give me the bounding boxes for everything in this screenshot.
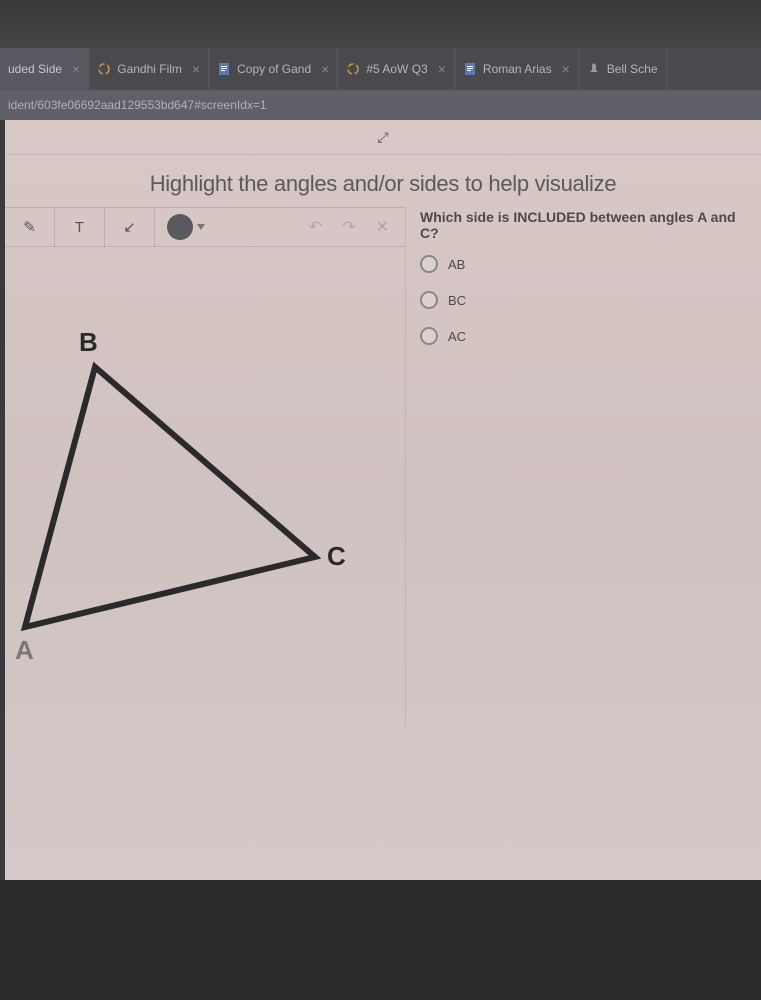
page-content: ⤢ Highlight the angles and/or sides to h… xyxy=(5,120,761,880)
url-text: ident/603fe06692aad129553bd647#screenIdx… xyxy=(8,98,267,112)
document-icon xyxy=(463,62,477,76)
close-icon[interactable]: × xyxy=(438,61,446,77)
pen-tool[interactable]: ✎ xyxy=(5,207,55,247)
fullscreen-bar: ⤢ xyxy=(5,120,761,155)
color-dropdown-icon[interactable] xyxy=(197,224,205,230)
fullscreen-icon[interactable]: ⤢ xyxy=(377,129,388,146)
radio-button[interactable] xyxy=(420,327,438,345)
tab-label: Copy of Gand xyxy=(237,62,311,76)
close-icon[interactable]: × xyxy=(562,61,570,77)
browser-tab-bar: uded Side × Gandhi Film × Copy of Gand ×… xyxy=(0,48,761,90)
vertex-c-label: C xyxy=(327,541,346,571)
close-icon[interactable]: × xyxy=(72,61,80,77)
url-bar[interactable]: ident/603fe06692aad129553bd647#screenIdx… xyxy=(0,90,761,120)
color-picker[interactable] xyxy=(167,214,193,240)
answer-option[interactable]: AC xyxy=(420,327,751,345)
answer-option[interactable]: BC xyxy=(420,291,751,309)
redo-button[interactable]: ↷ xyxy=(342,217,355,237)
browser-tab[interactable]: Gandhi Film × xyxy=(89,48,209,90)
text-icon: T xyxy=(75,219,84,236)
window-bottom-chrome xyxy=(0,880,761,1000)
question-text: Which side is INCLUDED between angles A … xyxy=(420,207,751,241)
browser-tab[interactable]: Roman Arias × xyxy=(455,48,579,90)
radio-button[interactable] xyxy=(420,291,438,309)
loading-icon xyxy=(346,62,360,76)
line-icon: ↙ xyxy=(123,218,136,236)
close-icon[interactable]: × xyxy=(321,61,329,77)
tab-label: #5 AoW Q3 xyxy=(366,62,427,76)
text-tool[interactable]: T xyxy=(55,207,105,247)
browser-tab[interactable]: Bell Sche xyxy=(579,48,667,90)
bell-icon xyxy=(587,62,601,76)
tab-label: Bell Sche xyxy=(607,62,658,76)
drawing-canvas[interactable]: B C A xyxy=(5,247,405,727)
line-tool[interactable]: ↙ xyxy=(105,207,155,247)
page-title: Highlight the angles and/or sides to hel… xyxy=(5,155,761,207)
drawing-toolbar: ✎ T ↙ ↶ ↷ ✕ xyxy=(5,207,405,247)
loading-icon xyxy=(97,62,111,76)
main-content-row: ✎ T ↙ ↶ ↷ ✕ B C xyxy=(5,207,761,727)
triangle-figure: B C A xyxy=(5,287,355,667)
option-label: AB xyxy=(448,257,465,272)
browser-tab[interactable]: Copy of Gand × xyxy=(209,48,338,90)
browser-tab[interactable]: #5 AoW Q3 × xyxy=(338,48,455,90)
tab-label: uded Side xyxy=(8,62,62,76)
document-icon xyxy=(217,62,231,76)
undo-button[interactable]: ↶ xyxy=(309,217,322,237)
clear-button[interactable]: ✕ xyxy=(376,217,389,237)
radio-button[interactable] xyxy=(420,255,438,273)
question-panel: Which side is INCLUDED between angles A … xyxy=(405,207,761,727)
tab-label: Roman Arias xyxy=(483,62,552,76)
close-icon[interactable]: × xyxy=(192,61,200,77)
browser-tab[interactable]: uded Side × xyxy=(0,48,89,90)
vertex-a-label: A xyxy=(15,635,34,665)
vertex-b-label: B xyxy=(79,327,98,357)
tab-label: Gandhi Film xyxy=(117,62,182,76)
drawing-panel: ✎ T ↙ ↶ ↷ ✕ B C xyxy=(5,207,405,727)
window-top-chrome xyxy=(0,0,761,48)
pen-icon: ✎ xyxy=(23,218,36,236)
option-label: AC xyxy=(448,329,466,344)
option-label: BC xyxy=(448,293,466,308)
answer-option[interactable]: AB xyxy=(420,255,751,273)
